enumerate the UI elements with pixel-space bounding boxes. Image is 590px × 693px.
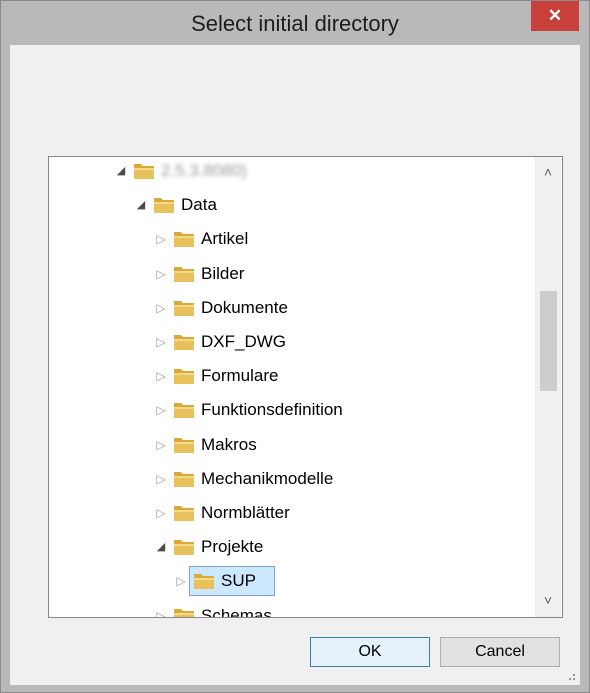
- folder-icon: [193, 571, 215, 591]
- dialog-client-area: ▷ Schemas ▷ SUP ◢ Projekte ▷ Normblätter ▷ Mechan…: [10, 45, 580, 685]
- folder-icon: [173, 606, 195, 617]
- folder-icon: [173, 503, 195, 523]
- ok-button[interactable]: OK: [310, 637, 430, 667]
- tree-item[interactable]: ▷ Formulare: [49, 361, 534, 391]
- folder-icon: [173, 400, 195, 420]
- tree-item-label: Formulare: [201, 366, 279, 386]
- tree-item-label: Funktionsdefinition: [201, 400, 343, 420]
- collapsed-arrow-icon[interactable]: ▷: [155, 232, 167, 246]
- tree-item-label: DXF_DWG: [201, 332, 286, 351]
- expanded-arrow-icon[interactable]: ◢: [115, 164, 127, 178]
- collapsed-arrow-icon[interactable]: ▷: [155, 301, 167, 315]
- expanded-arrow-icon[interactable]: ◢: [135, 198, 147, 212]
- tree-item-label: Dokumente: [201, 297, 288, 317]
- tree-item-label: Schemas: [201, 605, 272, 618]
- dialog-title: Select initial directory: [191, 11, 399, 36]
- tree-item-label: SUP: [221, 571, 256, 591]
- tree-item[interactable]: ▷ Mechanikmodelle: [49, 464, 534, 494]
- tree-item-label: Makros: [201, 434, 257, 454]
- tree-item[interactable]: ▷ Artikel: [49, 224, 534, 254]
- cancel-button[interactable]: Cancel: [440, 637, 560, 667]
- title-bar[interactable]: Select initial directory ✕: [1, 1, 589, 45]
- folder-icon: [173, 435, 195, 455]
- folder-tree[interactable]: ▷ Schemas ▷ SUP ◢ Projekte ▷ Normblätter ▷ Mechan…: [48, 156, 563, 618]
- collapsed-arrow-icon[interactable]: ▷: [155, 609, 167, 617]
- scroll-up-button[interactable]: ˄: [535, 161, 561, 183]
- tree-item[interactable]: ▷ SUP: [49, 566, 534, 597]
- tree-item-label: Bilder: [201, 263, 245, 283]
- collapsed-arrow-icon[interactable]: ▷: [175, 574, 187, 588]
- expanded-arrow-icon[interactable]: ◢: [155, 540, 167, 554]
- folder-icon: [173, 229, 195, 249]
- collapsed-arrow-icon[interactable]: ▷: [155, 335, 167, 349]
- collapsed-arrow-icon[interactable]: ▷: [155, 438, 167, 452]
- tree-item-label: Artikel: [201, 229, 249, 249]
- tree-item-label: Projekte: [201, 537, 264, 557]
- folder-icon: [173, 469, 195, 489]
- tree-item[interactable]: ▷ Makros: [49, 430, 534, 460]
- tree-item[interactable]: ▷ Funktionsdefinition: [49, 395, 534, 425]
- tree-item[interactable]: ▷ Dokumente: [49, 293, 534, 323]
- tree-item[interactable]: ▷ DXF_DWG: [49, 327, 534, 357]
- tree-item-label: Data: [181, 195, 217, 215]
- collapsed-arrow-icon[interactable]: ▷: [155, 267, 167, 281]
- collapsed-arrow-icon[interactable]: ▷: [155, 369, 167, 383]
- folder-icon: [173, 366, 195, 386]
- folder-icon: [173, 264, 195, 284]
- folder-icon: [133, 161, 155, 181]
- collapsed-arrow-icon[interactable]: ▷: [155, 472, 167, 486]
- resize-grip-icon[interactable]: [566, 671, 576, 681]
- folder-icon: [173, 298, 195, 318]
- folder-icon: [153, 195, 175, 215]
- collapsed-arrow-icon[interactable]: ▷: [155, 506, 167, 520]
- tree-item[interactable]: ◢ 2.5.3.8080): [49, 157, 534, 186]
- tree-item[interactable]: ◢ Projekte: [49, 532, 534, 562]
- collapsed-arrow-icon[interactable]: ▷: [155, 403, 167, 417]
- tree-item-label: 2.5.3.8080): [161, 161, 248, 180]
- tree-item-label: Normblätter: [201, 503, 290, 522]
- scroll-down-button[interactable]: ˅: [535, 589, 561, 611]
- folder-icon: [173, 332, 195, 352]
- close-icon: ✕: [547, 6, 563, 25]
- tree-item[interactable]: ◢ Data: [49, 190, 534, 220]
- tree-item[interactable]: ▷ Bilder: [49, 259, 534, 289]
- tree-item-label: Mechanikmodelle: [201, 468, 334, 488]
- folder-icon: [173, 537, 195, 557]
- close-button[interactable]: ✕: [531, 1, 579, 31]
- tree-item[interactable]: ▷ Normblätter: [49, 498, 534, 528]
- dialog-window: Select initial directory ✕ ▷ Schemas ▷ SUP ◢…: [0, 0, 590, 693]
- tree-item[interactable]: ▷ Schemas: [49, 601, 534, 618]
- scrollbar-thumb[interactable]: [540, 291, 557, 391]
- vertical-scrollbar[interactable]: ˄ ˅: [535, 157, 561, 617]
